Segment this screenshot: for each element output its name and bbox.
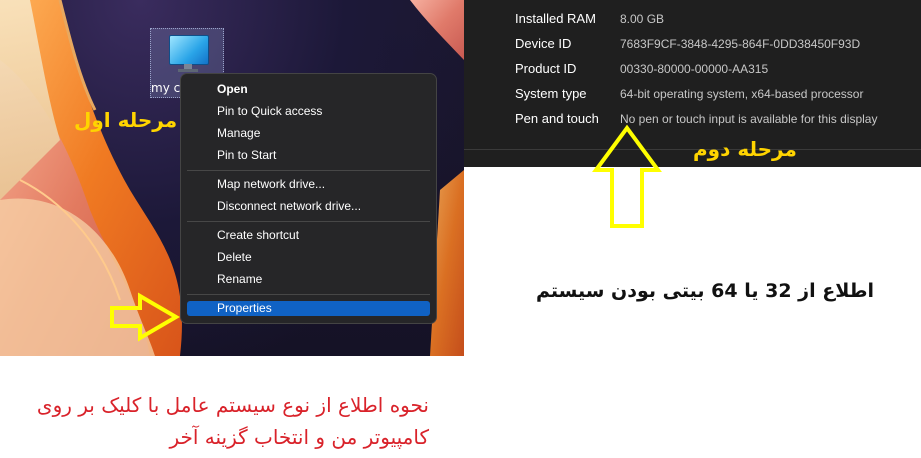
right-arrow-icon <box>110 292 180 342</box>
howto-caption: نحوه اطلاع از نوع سیستم عامل با کلیک بر … <box>37 389 429 453</box>
howto-caption-line-2: کامپیوتر من و انتخاب گزینه آخر <box>169 425 429 449</box>
howto-caption-line-1: نحوه اطلاع از نوع سیستم عامل با کلیک بر … <box>36 393 429 417</box>
step-two-label: مرحله دوم <box>693 137 797 161</box>
bitness-caption: اطلاع از 32 یا 64 بیتی بودن سیستم <box>536 280 875 302</box>
up-arrow-icon <box>592 124 662 228</box>
